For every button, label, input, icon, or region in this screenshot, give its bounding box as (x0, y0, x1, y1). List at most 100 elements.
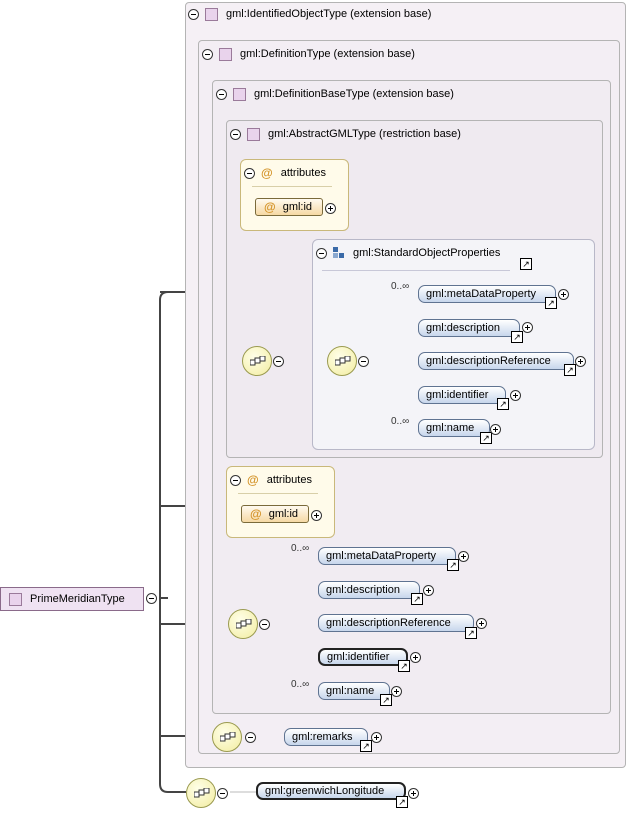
element-label: gml:identifier (327, 651, 390, 663)
collapse-icon[interactable] (217, 788, 228, 799)
complex-type-icon (9, 592, 22, 606)
root-type-label: PrimeMeridianType (30, 593, 125, 605)
sequence-compositor-inner[interactable] (327, 346, 357, 376)
cardinality-label: 0..∞ (291, 543, 310, 554)
definition-type-header: gml:DefinitionType (extension base) (202, 46, 415, 62)
expand-icon[interactable] (558, 289, 569, 300)
attributes-title: attributes (266, 474, 312, 486)
attribute-icon: @ (261, 166, 273, 180)
collapse-icon[interactable] (146, 593, 157, 604)
sequence-icon (250, 356, 266, 366)
attribute-gml-id[interactable]: @ gml:id (255, 198, 323, 216)
cardinality-label: 0..∞ (391, 416, 410, 427)
cardinality-label: 0..∞ (291, 679, 310, 690)
root-type-prime-meridian[interactable]: PrimeMeridianType (0, 587, 144, 611)
group-icon (333, 247, 345, 259)
expand-icon[interactable] (371, 732, 382, 743)
reference-arrow-icon[interactable]: ↗ (545, 297, 557, 309)
abstract-gml-type-label: gml:AbstractGMLType (restriction base) (268, 128, 461, 140)
attribute-icon: @ (247, 473, 259, 487)
expand-icon[interactable] (325, 203, 336, 214)
complex-type-icon (219, 47, 232, 61)
group-separator (322, 270, 510, 271)
collapse-icon[interactable] (273, 356, 284, 367)
cardinality-label: 0..∞ (391, 281, 410, 292)
expand-icon[interactable] (510, 390, 521, 401)
attribute-gml-id[interactable]: @ gml:id (241, 505, 309, 523)
expand-icon[interactable] (391, 686, 402, 697)
reference-arrow-icon[interactable]: ↗ (398, 660, 410, 672)
reference-arrow-icon[interactable]: ↗ (411, 593, 423, 605)
element-identifier[interactable]: gml:identifier (318, 648, 408, 666)
attributes-separator (238, 493, 318, 494)
attributes-separator (252, 186, 332, 187)
expand-icon[interactable] (423, 585, 434, 596)
sequence-icon (220, 732, 236, 742)
element-metadataproperty[interactable]: gml:metaDataProperty (418, 285, 556, 303)
element-label: gml:name (426, 422, 475, 434)
element-label: gml:description (426, 322, 500, 334)
collapse-icon[interactable] (358, 356, 369, 367)
element-label: gml:descriptionReference (326, 617, 451, 629)
element-label: gml:greenwichLongitude (265, 785, 385, 797)
reference-arrow-icon[interactable]: ↗ (465, 627, 477, 639)
complex-type-icon (205, 7, 218, 21)
reference-arrow-icon[interactable]: ↗ (380, 694, 392, 706)
expand-icon[interactable] (476, 618, 487, 629)
sequence-compositor[interactable] (242, 346, 272, 376)
definition-base-type-header: gml:DefinitionBaseType (extension base) (216, 86, 454, 102)
expand-icon[interactable] (490, 424, 501, 435)
collapse-icon[interactable] (188, 8, 199, 20)
element-label: gml:metaDataProperty (326, 550, 437, 562)
reference-arrow-icon[interactable]: ↗ (396, 796, 408, 808)
element-label: gml:description (326, 584, 400, 596)
collapse-icon[interactable] (230, 128, 241, 140)
definition-type-label: gml:DefinitionType (extension base) (240, 48, 415, 60)
collapse-icon[interactable] (230, 474, 241, 486)
identified-object-type-label: gml:IdentifiedObjectType (extension base… (226, 8, 432, 20)
collapse-icon[interactable] (316, 247, 327, 259)
attribute-label: gml:id (282, 201, 313, 213)
element-metadataproperty[interactable]: gml:metaDataProperty (318, 547, 456, 565)
element-label: gml:name (326, 685, 375, 697)
reference-arrow-icon[interactable]: ↗ (497, 398, 509, 410)
reference-arrow-icon[interactable]: ↗ (564, 364, 576, 376)
collapse-icon[interactable] (202, 48, 213, 60)
element-descriptionreference[interactable]: gml:descriptionReference (418, 352, 574, 370)
element-descriptionreference[interactable]: gml:descriptionReference (318, 614, 474, 632)
reference-arrow-icon[interactable]: ↗ (360, 740, 372, 752)
collapse-icon[interactable] (244, 167, 255, 179)
element-identifier[interactable]: gml:identifier (418, 386, 506, 404)
reference-arrow-icon[interactable]: ↗ (447, 559, 459, 571)
complex-type-icon (247, 127, 260, 141)
attributes-header: @ attributes (244, 165, 326, 181)
sequence-compositor-definition[interactable] (212, 722, 242, 752)
expand-icon[interactable] (575, 356, 586, 367)
sequence-compositor-definition-base[interactable] (228, 609, 258, 639)
reference-arrow-icon[interactable]: ↗ (511, 331, 523, 343)
definition-base-type-label: gml:DefinitionBaseType (extension base) (254, 88, 454, 100)
collapse-icon[interactable] (216, 88, 227, 100)
attribute-icon: @ (264, 200, 276, 214)
sequence-icon (335, 356, 351, 366)
attribute-label: gml:id (268, 508, 299, 520)
expand-icon[interactable] (458, 551, 469, 562)
expand-icon[interactable] (311, 510, 322, 521)
element-label: gml:remarks (292, 731, 353, 743)
reference-arrow-icon[interactable]: ↗ (520, 258, 532, 270)
element-greenwichlongitude[interactable]: gml:greenwichLongitude (256, 782, 406, 800)
element-description[interactable]: gml:description (318, 581, 420, 599)
sequence-compositor-root[interactable] (186, 778, 216, 808)
element-remarks[interactable]: gml:remarks (284, 728, 368, 746)
reference-arrow-icon[interactable]: ↗ (480, 432, 492, 444)
expand-icon[interactable] (522, 322, 533, 333)
attributes-title: attributes (280, 167, 326, 179)
attributes-header: @ attributes (230, 472, 312, 488)
abstract-gml-type-header: gml:AbstractGMLType (restriction base) (230, 126, 461, 142)
collapse-icon[interactable] (259, 619, 270, 630)
expand-icon[interactable] (410, 652, 421, 663)
collapse-icon[interactable] (245, 732, 256, 743)
sequence-icon (194, 788, 210, 798)
expand-icon[interactable] (408, 788, 419, 799)
element-description[interactable]: gml:description (418, 319, 520, 337)
